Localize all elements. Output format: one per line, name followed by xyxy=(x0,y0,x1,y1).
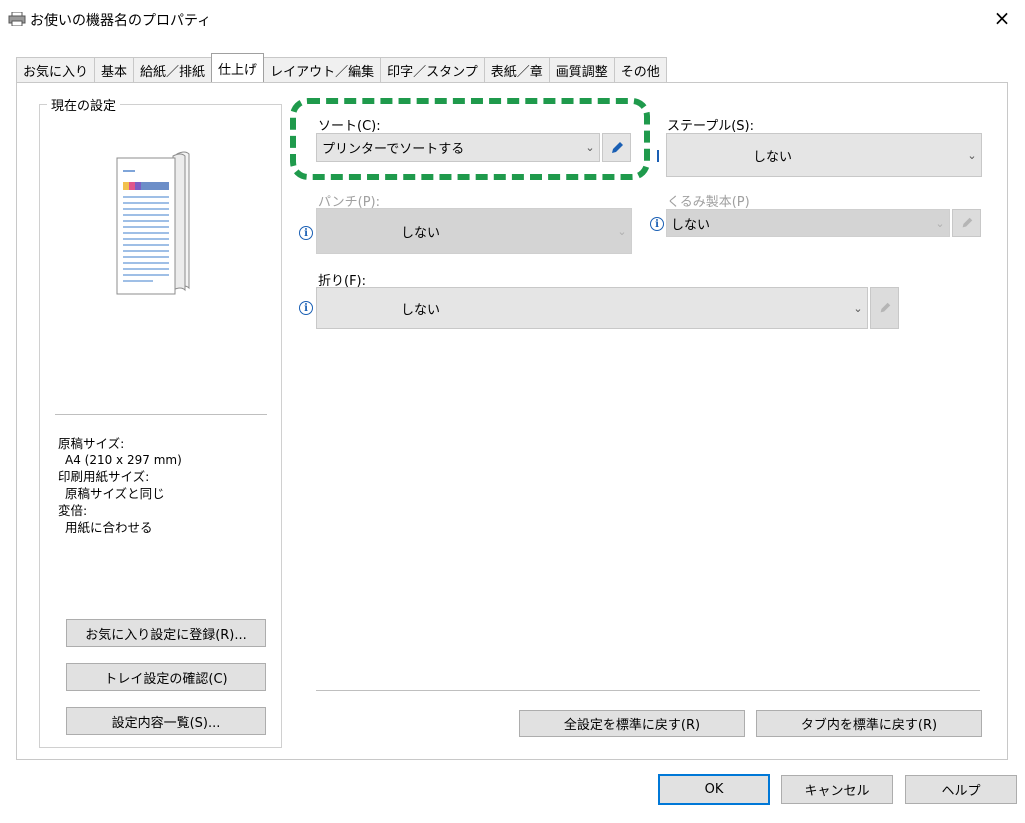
sort-edit-button[interactable] xyxy=(602,133,631,162)
footer-divider xyxy=(316,690,980,691)
ok-button[interactable]: OK xyxy=(658,774,770,805)
punch-select[interactable]: しない ⌄ xyxy=(316,208,632,254)
register-favorite-button[interactable]: お気に入り設定に登録(R)... xyxy=(66,619,266,647)
help-button[interactable]: ヘルプ xyxy=(905,775,1017,804)
settings-divider xyxy=(55,414,267,415)
tab-bar: お気に入り 基本 給紙／排紙 仕上げ レイアウト／編集 印字／スタンプ 表紙／章… xyxy=(16,53,667,82)
tab-favorites[interactable]: お気に入り xyxy=(16,57,96,82)
staple-value: しない xyxy=(753,149,793,165)
binding-select[interactable]: しない ⌄ xyxy=(666,209,950,237)
reset-all-button[interactable]: 全設定を標準に戻す(R) xyxy=(519,710,745,737)
window-title: お使いの機器名のプロパティ xyxy=(30,13,212,29)
staple-label: ステープル(S): xyxy=(667,119,754,134)
reset-tab-button[interactable]: タブ内を標準に戻す(R) xyxy=(756,710,982,737)
fold-edit-button[interactable] xyxy=(870,287,899,329)
binding-label: くるみ製本(P) xyxy=(667,195,750,210)
original-size-value: A4 (210 x 297 mm) xyxy=(65,453,182,467)
sort-value: プリンターでソートする xyxy=(322,142,465,157)
tab-layout[interactable]: レイアウト／編集 xyxy=(263,57,382,82)
pencil-icon xyxy=(880,302,890,313)
sort-select[interactable]: プリンターでソートする ⌄ xyxy=(316,133,600,162)
current-settings-label: 現在の設定 xyxy=(47,95,121,114)
tab-paper[interactable]: 給紙／排紙 xyxy=(133,57,213,82)
binding-edit-button[interactable] xyxy=(952,209,981,237)
punch-info-icon[interactable]: i xyxy=(299,226,313,240)
fold-select[interactable]: しない ⌄ xyxy=(316,287,868,329)
fold-value: しない xyxy=(401,302,441,318)
settings-list-button[interactable]: 設定内容一覧(S)... xyxy=(66,707,266,735)
binding-info-icon[interactable]: i xyxy=(650,217,664,231)
original-size-label: 原稿サイズ: xyxy=(58,436,125,451)
staple-select[interactable]: しない ⌄ xyxy=(666,133,982,177)
binding-value: しない xyxy=(671,217,711,233)
pencil-icon xyxy=(962,217,972,228)
tab-basic[interactable]: 基本 xyxy=(94,57,135,82)
pencil-icon xyxy=(611,141,623,153)
print-paper-value: 原稿サイズと同じ xyxy=(65,486,165,501)
print-paper-label: 印刷用紙サイズ: xyxy=(58,469,150,484)
chevron-down-icon: ⌄ xyxy=(617,224,627,238)
tab-stamp[interactable]: 印字／スタンプ xyxy=(380,57,485,82)
tab-quality[interactable]: 画質調整 xyxy=(548,57,615,82)
staple-info-mark xyxy=(657,150,659,162)
tray-confirm-button[interactable]: トレイ設定の確認(C) xyxy=(66,663,266,691)
scale-value: 用紙に合わせる xyxy=(65,520,153,535)
fold-info-icon[interactable]: i xyxy=(299,301,313,315)
chevron-down-icon: ⌄ xyxy=(935,216,945,230)
cancel-button[interactable]: キャンセル xyxy=(781,775,893,804)
sort-label: ソート(C): xyxy=(318,119,381,134)
chevron-down-icon: ⌄ xyxy=(967,148,977,162)
printer-icon xyxy=(8,12,26,26)
scale-label: 変倍: xyxy=(58,503,88,518)
document-preview-icon xyxy=(116,151,190,295)
chevron-down-icon: ⌄ xyxy=(853,301,863,315)
tab-cover[interactable]: 表紙／章 xyxy=(483,57,550,82)
chevron-down-icon: ⌄ xyxy=(585,141,595,154)
close-icon[interactable]: × xyxy=(990,6,1014,30)
tab-other[interactable]: その他 xyxy=(613,57,667,82)
punch-value: しない xyxy=(401,225,441,241)
tab-finishing[interactable]: 仕上げ xyxy=(211,53,265,82)
